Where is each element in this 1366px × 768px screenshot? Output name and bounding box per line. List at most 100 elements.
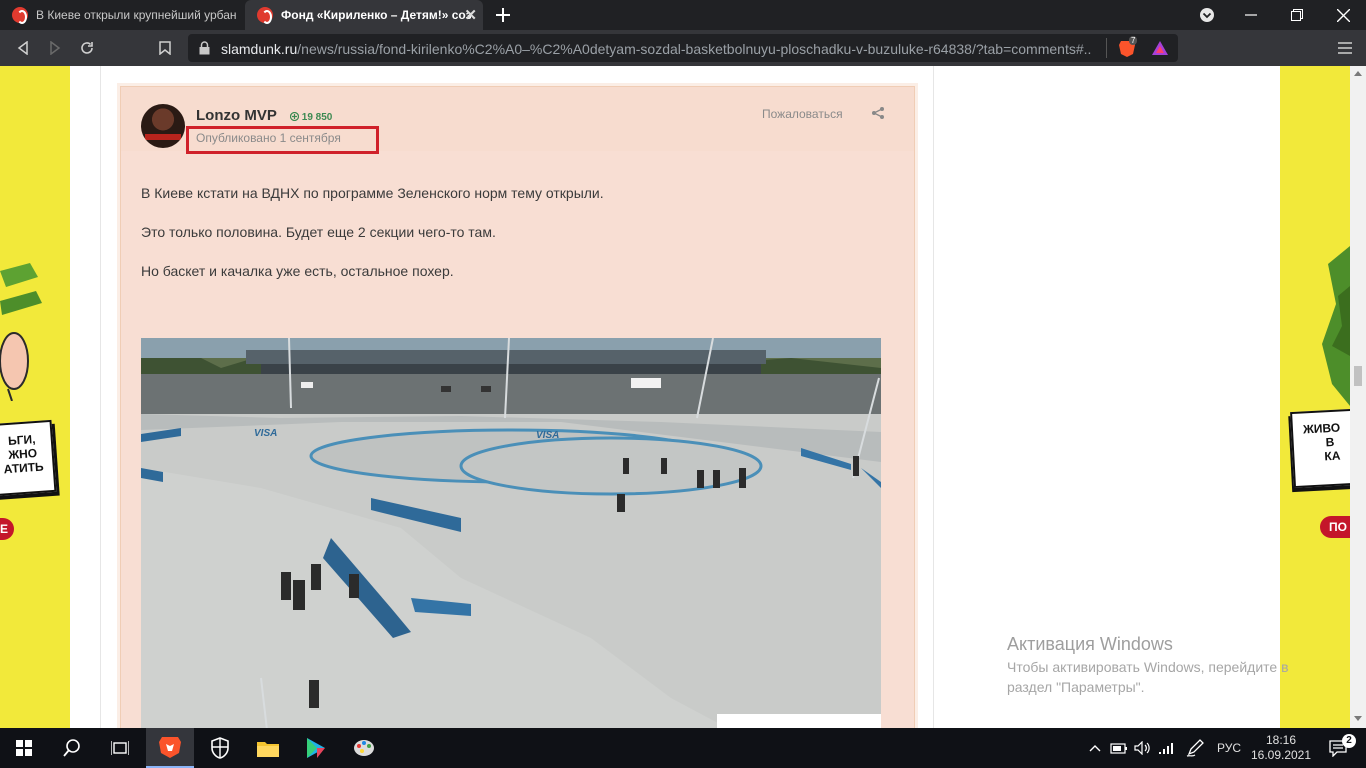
minimize-button[interactable] — [1238, 0, 1264, 30]
post-paragraph: Но баскет и качалка уже есть, остальное … — [141, 263, 454, 279]
wifi-icon — [1159, 743, 1173, 754]
pen-icon — [1186, 739, 1204, 757]
windows-logo-icon — [16, 740, 32, 756]
slamdunk-favicon-icon — [257, 7, 273, 24]
photo-logo-text: VISA — [536, 430, 559, 441]
left-ad-banner[interactable]: ЬГИ, ЖНО АТИТЬ Е — [0, 66, 70, 728]
restore-icon — [1291, 9, 1303, 21]
close-tab-icon[interactable]: ✕ — [464, 6, 477, 24]
input-language[interactable]: РУС — [1210, 728, 1248, 768]
slamdunk-favicon-icon — [12, 7, 28, 24]
brave-shields-button[interactable]: 7 — [1118, 36, 1138, 57]
money-character-icon — [0, 263, 42, 401]
bookmark-button[interactable] — [150, 30, 180, 66]
brave-lion-icon — [159, 737, 181, 758]
notification-center-button[interactable]: 2 — [1318, 728, 1358, 768]
start-button[interactable] — [0, 728, 48, 768]
chevron-up-icon — [1089, 745, 1101, 752]
main-content: Lonzo MVP 19 850 Опубликовано 1 сентября… — [70, 66, 1280, 728]
tab-title: Фонд «Кириленко – Детям!» соз — [281, 8, 471, 22]
activation-watermark-text: Чтобы активировать Windows, перейдите в … — [1007, 659, 1289, 695]
post-paragraph: Это только половина. Будет еще 2 секции … — [141, 224, 496, 240]
clock-date: 16.09.2021 — [1250, 748, 1312, 762]
tab-kiev-urban[interactable]: В Киеве открыли крупнейший урбан — [0, 0, 243, 30]
bookmark-icon — [159, 41, 171, 55]
report-link[interactable]: Пожаловаться — [762, 107, 843, 121]
address-bar[interactable]: slamdunk.ru/news/russia/fond-kirilenko%C… — [188, 34, 1178, 62]
right-ad-card: ЖИВО В КА — [1290, 407, 1350, 489]
search-button[interactable] — [48, 728, 96, 768]
task-view-icon — [111, 741, 129, 755]
menu-button[interactable] — [1330, 30, 1360, 66]
close-icon — [1336, 8, 1350, 22]
task-view-button[interactable] — [96, 728, 144, 768]
right-ad-button[interactable]: ПО — [1320, 516, 1350, 538]
photo-logo-text: VISA — [254, 428, 277, 439]
left-ad-button[interactable]: Е — [0, 518, 14, 540]
windows-taskbar: РУС 18:16 16.09.2021 2 — [0, 728, 1366, 768]
post-paragraph: В Киеве кстати на ВДНХ по программе Зеле… — [141, 185, 604, 201]
clock[interactable]: 18:16 16.09.2021 — [1250, 728, 1312, 768]
page-scrollbar[interactable] — [1350, 66, 1366, 728]
right-ad-banner[interactable]: ЖИВО В КА ПО — [1280, 66, 1350, 728]
palette-icon — [354, 740, 374, 756]
url-path: /news/russia/fond-kirilenko%C2%A0–%C2%A0… — [297, 41, 1091, 57]
skatepark-illustration: VISA VISA — [141, 338, 881, 728]
paint-button[interactable] — [340, 728, 388, 768]
url-divider — [1106, 38, 1107, 58]
right-ad-line: КА — [1324, 448, 1341, 464]
column-border — [100, 66, 101, 728]
file-explorer-button[interactable] — [244, 728, 292, 768]
plus-icon — [496, 8, 510, 22]
tray-expand-button[interactable] — [1084, 728, 1106, 768]
close-window-button[interactable] — [1330, 0, 1356, 30]
share-icon[interactable] — [871, 106, 885, 120]
tab-kirilenko-fund[interactable]: Фонд «Кириленко – Детям!» соз ✕ — [245, 0, 483, 30]
forward-arrow-icon — [50, 41, 61, 55]
reputation-badge: 19 850 — [289, 111, 333, 123]
volume-button[interactable] — [1132, 728, 1154, 768]
notification-count: 2 — [1342, 734, 1356, 748]
chevron-down-circle-icon — [1200, 8, 1214, 22]
tab-title: В Киеве открыли крупнейший урбан — [36, 8, 237, 22]
left-ad-line: АТИТЬ — [3, 459, 45, 477]
activation-watermark-title: Активация Windows — [1007, 634, 1173, 654]
back-arrow-icon — [17, 41, 28, 55]
reload-button[interactable] — [72, 30, 102, 66]
tab-search-button[interactable] — [1194, 0, 1220, 30]
brave-badge: 7 — [1129, 36, 1138, 45]
scrollbar-thumb[interactable] — [1354, 366, 1362, 386]
column-border — [933, 66, 934, 728]
new-tab-button[interactable] — [490, 0, 516, 30]
left-ad-card: ЬГИ, ЖНО АТИТЬ — [0, 419, 57, 497]
security-taskbar-button[interactable] — [196, 728, 244, 768]
money-character-icon — [1322, 246, 1350, 406]
url-text[interactable]: slamdunk.ru/news/russia/fond-kirilenko%C… — [221, 41, 1091, 57]
url-host: slamdunk.ru — [221, 41, 298, 57]
back-button[interactable] — [8, 30, 38, 66]
clock-time: 18:16 — [1265, 733, 1297, 747]
author-name[interactable]: Lonzo MVP — [196, 107, 277, 124]
battery-button[interactable] — [1108, 728, 1130, 768]
pen-button[interactable] — [1182, 728, 1208, 768]
restore-button[interactable] — [1284, 0, 1310, 30]
scroll-up-arrow-icon[interactable] — [1354, 70, 1362, 76]
play-store-button[interactable] — [292, 728, 340, 768]
avatar[interactable] — [141, 104, 185, 148]
brave-taskbar-button[interactable] — [146, 728, 194, 768]
tab-strip: В Киеве открыли крупнейший урбан Фонд «К… — [0, 0, 1366, 30]
shield-icon — [211, 737, 229, 759]
skatepark-photo[interactable]: VISA VISA — [141, 338, 881, 728]
folder-icon — [257, 742, 279, 757]
reload-icon — [81, 42, 93, 54]
browser-toolbar: slamdunk.ru/news/russia/fond-kirilenko%C… — [0, 30, 1366, 66]
hamburger-menu-icon — [1338, 42, 1352, 54]
speaker-icon — [1134, 741, 1150, 755]
brave-rewards-button[interactable] — [1151, 39, 1169, 57]
forward-button[interactable] — [40, 30, 70, 66]
network-button[interactable] — [1156, 728, 1178, 768]
minimize-icon — [1245, 14, 1257, 16]
scroll-down-arrow-icon[interactable] — [1354, 716, 1362, 722]
play-icon — [307, 738, 325, 758]
reputation-count: 19 850 — [301, 112, 333, 123]
